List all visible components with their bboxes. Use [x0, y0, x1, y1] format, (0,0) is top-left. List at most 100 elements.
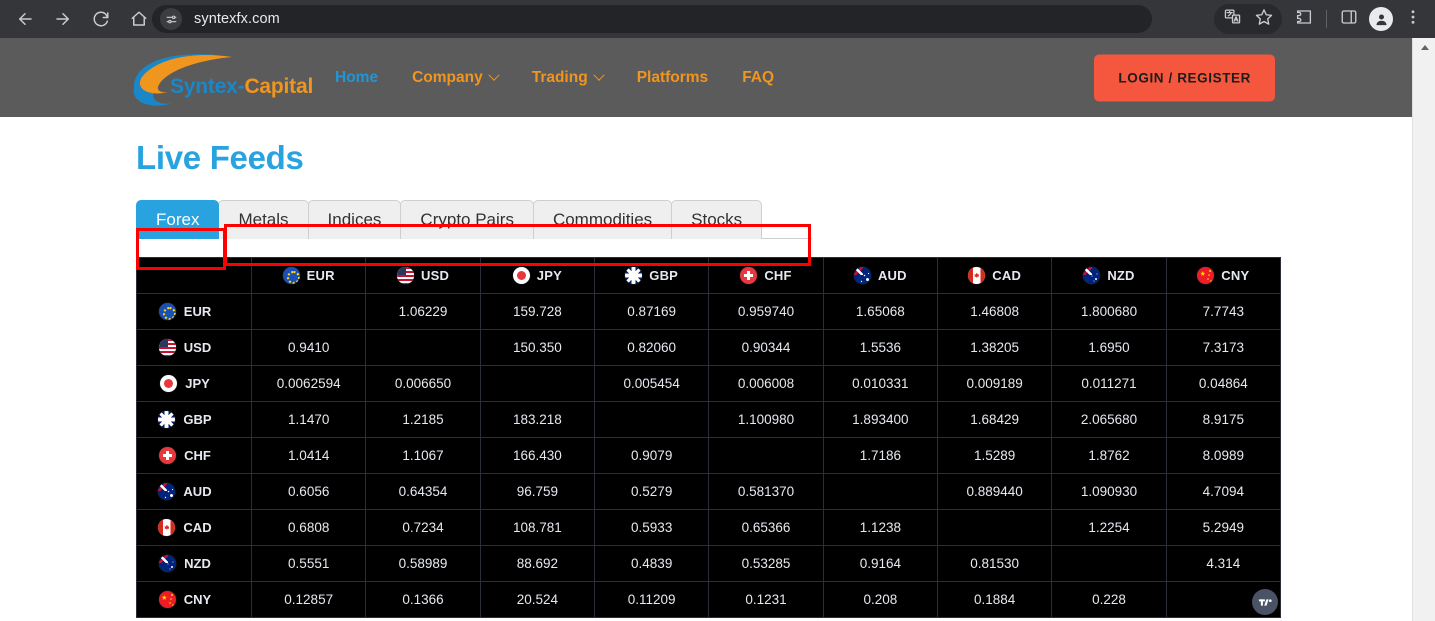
rate-cell-jpy-jpy[interactable] — [479, 365, 596, 402]
rate-cell-gbp-usd[interactable]: 1.2185 — [365, 401, 481, 438]
browser-menu-button[interactable] — [1397, 3, 1429, 35]
rate-cell-cad-usd[interactable]: 0.7234 — [365, 509, 481, 546]
rate-cell-aud-aud[interactable] — [822, 473, 939, 510]
rate-cell-gbp-nzd[interactable]: 2.065680 — [1051, 401, 1167, 438]
rate-cell-jpy-cny[interactable]: 0.04864 — [1165, 365, 1282, 402]
bookmark-button[interactable] — [1248, 3, 1280, 35]
rate-cell-usd-eur[interactable]: 0.9410 — [251, 329, 367, 366]
rate-cell-gbp-cny[interactable]: 8.9175 — [1165, 401, 1282, 438]
rate-cell-gbp-aud[interactable]: 1.893400 — [822, 401, 939, 438]
rate-cell-aud-chf[interactable]: 0.581370 — [708, 473, 824, 510]
rate-cell-chf-jpy[interactable]: 166.430 — [479, 437, 596, 474]
translate-button[interactable] — [1216, 3, 1248, 35]
rate-cell-jpy-nzd[interactable]: 0.011271 — [1051, 365, 1167, 402]
rate-cell-nzd-cny[interactable]: 4.314 — [1165, 545, 1282, 582]
rate-cell-chf-chf[interactable] — [708, 437, 824, 474]
rate-cell-cad-cad[interactable] — [936, 509, 1053, 546]
rate-cell-usd-aud[interactable]: 1.5536 — [822, 329, 939, 366]
tab-indices[interactable]: Indices — [307, 200, 402, 239]
nav-item-trading[interactable]: Trading — [532, 69, 605, 87]
rate-cell-chf-nzd[interactable]: 1.8762 — [1051, 437, 1167, 474]
extensions-button[interactable] — [1288, 3, 1320, 35]
forward-button[interactable] — [46, 2, 80, 36]
rate-cell-nzd-jpy[interactable]: 88.692 — [479, 545, 596, 582]
rate-cell-cny-chf[interactable]: 0.1231 — [708, 581, 824, 618]
nav-item-platforms[interactable]: Platforms — [637, 69, 709, 87]
rate-cell-aud-eur[interactable]: 0.6056 — [251, 473, 367, 510]
side-panel-button[interactable] — [1333, 3, 1365, 35]
rate-cell-nzd-usd[interactable]: 0.58989 — [365, 545, 481, 582]
rate-cell-usd-cny[interactable]: 7.3173 — [1165, 329, 1282, 366]
rate-cell-jpy-cad[interactable]: 0.009189 — [936, 365, 1053, 402]
site-logo[interactable]: Syntex-Capital — [120, 47, 313, 109]
rate-cell-chf-cad[interactable]: 1.5289 — [936, 437, 1053, 474]
rate-cell-eur-cad[interactable]: 1.46808 — [936, 293, 1053, 330]
rate-cell-eur-gbp[interactable]: 0.87169 — [594, 293, 710, 330]
login-register-button[interactable]: LOGIN / REGISTER — [1094, 54, 1275, 101]
rate-cell-cny-jpy[interactable]: 20.524 — [479, 581, 596, 618]
rate-cell-jpy-chf[interactable]: 0.006008 — [708, 365, 824, 402]
rate-cell-aud-nzd[interactable]: 1.090930 — [1051, 473, 1167, 510]
rate-cell-chf-usd[interactable]: 1.1067 — [365, 437, 481, 474]
profile-button[interactable] — [1365, 3, 1397, 35]
scrollbar-up-button[interactable] — [1413, 38, 1435, 56]
rate-cell-aud-gbp[interactable]: 0.5279 — [594, 473, 710, 510]
rate-cell-cad-gbp[interactable]: 0.5933 — [594, 509, 710, 546]
rate-cell-nzd-nzd[interactable] — [1051, 545, 1167, 582]
rate-cell-jpy-usd[interactable]: 0.006650 — [365, 365, 481, 402]
back-button[interactable] — [8, 2, 42, 36]
rate-cell-jpy-aud[interactable]: 0.010331 — [822, 365, 939, 402]
rate-cell-usd-chf[interactable]: 0.90344 — [708, 329, 824, 366]
nav-item-home[interactable]: Home — [335, 69, 378, 87]
rate-cell-usd-gbp[interactable]: 0.82060 — [594, 329, 710, 366]
site-settings-icon[interactable] — [160, 8, 182, 30]
tab-stocks[interactable]: Stocks — [671, 200, 763, 239]
reload-button[interactable] — [84, 2, 118, 36]
rate-cell-usd-jpy[interactable]: 150.350 — [479, 329, 596, 366]
rate-cell-eur-chf[interactable]: 0.959740 — [708, 293, 824, 330]
rate-cell-chf-gbp[interactable]: 0.9079 — [594, 437, 710, 474]
rate-cell-nzd-chf[interactable]: 0.53285 — [708, 545, 824, 582]
rate-cell-chf-eur[interactable]: 1.0414 — [251, 437, 367, 474]
rate-cell-jpy-gbp[interactable]: 0.005454 — [594, 365, 710, 402]
rate-cell-jpy-eur[interactable]: 0.0062594 — [251, 365, 367, 402]
nav-item-faq[interactable]: FAQ — [742, 69, 774, 87]
rate-cell-nzd-aud[interactable]: 0.9164 — [822, 545, 939, 582]
rate-cell-cny-eur[interactable]: 0.12857 — [251, 581, 367, 618]
nav-item-company[interactable]: Company — [412, 69, 500, 87]
rate-cell-usd-cad[interactable]: 1.38205 — [936, 329, 1053, 366]
home-button[interactable] — [122, 2, 156, 36]
rate-cell-eur-cny[interactable]: 7.7743 — [1165, 293, 1282, 330]
address-bar[interactable]: syntexfx.com — [152, 5, 1152, 33]
tradingview-logo-icon[interactable] — [1252, 589, 1278, 615]
tab-metals[interactable]: Metals — [218, 200, 309, 239]
page-scrollbar-vertical[interactable] — [1412, 38, 1435, 621]
rate-cell-eur-aud[interactable]: 1.65068 — [822, 293, 939, 330]
rate-cell-usd-nzd[interactable]: 1.6950 — [1051, 329, 1167, 366]
rate-cell-cad-cny[interactable]: 5.2949 — [1165, 509, 1282, 546]
rate-cell-gbp-jpy[interactable]: 183.218 — [479, 401, 596, 438]
rate-cell-cny-aud[interactable]: 0.208 — [822, 581, 939, 618]
rate-cell-cad-jpy[interactable]: 108.781 — [479, 509, 596, 546]
rate-cell-cny-gbp[interactable]: 0.11209 — [594, 581, 710, 618]
rate-cell-eur-usd[interactable]: 1.06229 — [365, 293, 481, 330]
rate-cell-chf-cny[interactable]: 8.0989 — [1165, 437, 1282, 474]
rate-cell-usd-usd[interactable] — [365, 329, 481, 366]
rate-cell-gbp-eur[interactable]: 1.1470 — [251, 401, 367, 438]
rate-cell-cad-aud[interactable]: 1.1238 — [822, 509, 939, 546]
rate-cell-gbp-cad[interactable]: 1.68429 — [936, 401, 1053, 438]
rate-cell-cad-chf[interactable]: 0.65366 — [708, 509, 824, 546]
rate-cell-eur-jpy[interactable]: 159.728 — [479, 293, 596, 330]
rate-cell-cad-eur[interactable]: 0.6808 — [251, 509, 367, 546]
rate-cell-nzd-eur[interactable]: 0.5551 — [251, 545, 367, 582]
rate-cell-cny-nzd[interactable]: 0.228 — [1051, 581, 1167, 618]
rate-cell-cny-usd[interactable]: 0.1366 — [365, 581, 481, 618]
rate-cell-aud-cny[interactable]: 4.7094 — [1165, 473, 1282, 510]
rate-cell-nzd-gbp[interactable]: 0.4839 — [594, 545, 710, 582]
rate-cell-gbp-gbp[interactable] — [594, 401, 710, 438]
rate-cell-cny-cad[interactable]: 0.1884 — [936, 581, 1053, 618]
tab-forex[interactable]: Forex — [136, 200, 220, 239]
tab-commodities[interactable]: Commodities — [532, 200, 673, 239]
rate-cell-aud-usd[interactable]: 0.64354 — [365, 473, 481, 510]
rate-cell-nzd-cad[interactable]: 0.81530 — [936, 545, 1053, 582]
